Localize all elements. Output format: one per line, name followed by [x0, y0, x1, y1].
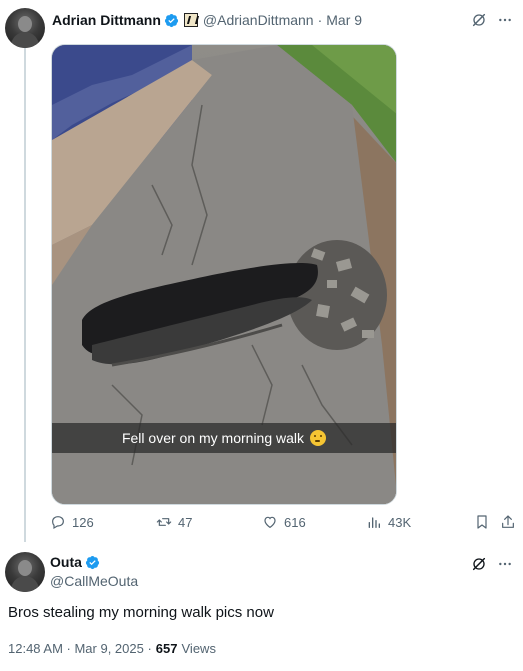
like-icon	[264, 516, 276, 529]
share-button[interactable]	[500, 514, 516, 530]
like-button[interactable]: 616	[262, 514, 306, 530]
grok-icon[interactable]	[471, 12, 487, 28]
repost-button[interactable]: 47	[156, 514, 192, 530]
reply-author-handle[interactable]: @CallMeOuta	[50, 573, 138, 589]
more-icon[interactable]	[497, 12, 513, 28]
thread-line	[24, 48, 26, 542]
tweet-media-image[interactable]: Fell over on my morning walk	[51, 44, 397, 505]
reply-count: 126	[72, 514, 94, 530]
thinking-emoji-icon	[310, 430, 327, 446]
views-button[interactable]: 43K	[366, 514, 411, 530]
author-name[interactable]: Adrian Dittmann	[52, 12, 161, 28]
avatar[interactable]	[5, 8, 45, 48]
views-count: 43K	[388, 514, 412, 530]
author-handle[interactable]: @AdrianDittmann	[203, 12, 314, 28]
reply-text: Bros stealing my morning walk pics now	[8, 604, 274, 621]
grok-icon[interactable]	[471, 556, 487, 572]
separator: ·	[317, 12, 323, 28]
media-caption-bar: Fell over on my morning walk	[52, 423, 396, 453]
reply-header: Outa	[50, 554, 100, 570]
reply-author-name[interactable]: Outa	[50, 554, 82, 570]
reply-icon	[52, 516, 64, 530]
reply-timestamp[interactable]: 12:48 AM · Mar 9, 2025 ·	[8, 641, 152, 656]
affiliate-badge-icon	[183, 13, 198, 27]
reply-views-count: 657	[155, 641, 178, 656]
reply-top-actions	[471, 556, 513, 572]
tweet-action-bar: 126 47 616 43K	[50, 514, 518, 536]
bookmark-button[interactable]	[474, 514, 490, 530]
tweet-header: Adrian Dittmann @AdrianDittmann · Mar 9	[52, 12, 362, 28]
reply-views-label: Views	[181, 641, 216, 656]
verified-icon	[164, 13, 178, 27]
tweet-date[interactable]: Mar 9	[326, 12, 362, 28]
bookmark-icon	[477, 515, 487, 529]
like-count: 616	[284, 514, 306, 530]
share-icon	[502, 515, 514, 528]
avatar[interactable]	[5, 552, 45, 592]
reply-button[interactable]: 126	[50, 514, 94, 530]
reply-meta: 12:48 AM · Mar 9, 2025 · 657 Views	[8, 641, 216, 656]
repost-icon	[156, 518, 172, 526]
repost-count: 47	[178, 514, 193, 530]
verified-icon	[85, 555, 99, 569]
views-icon	[368, 517, 380, 528]
media-caption: Fell over on my morning walk	[121, 430, 305, 446]
more-icon[interactable]	[497, 556, 513, 572]
tweet-top-actions	[471, 12, 513, 28]
